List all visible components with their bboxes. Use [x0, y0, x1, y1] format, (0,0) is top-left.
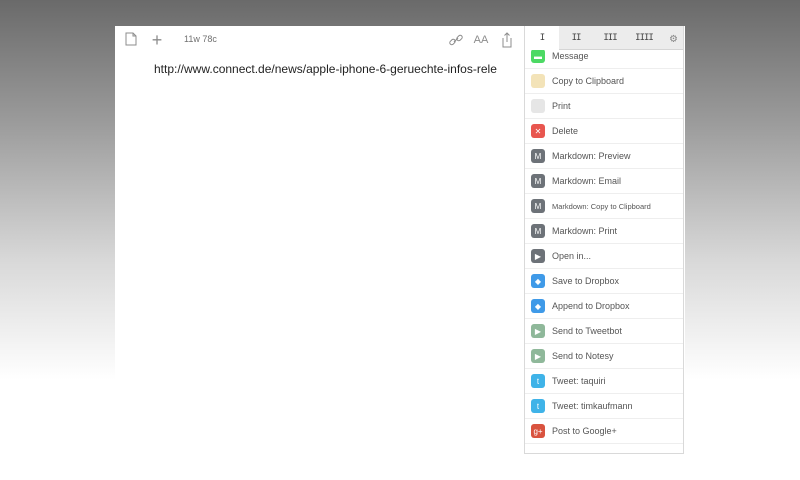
- tab-1[interactable]: I: [525, 26, 559, 50]
- action-label: Delete: [552, 126, 579, 136]
- actions-tabs: I II III IIII ⚙: [525, 26, 683, 50]
- action-item[interactable]: t Tweet: taquiri: [525, 369, 683, 394]
- google-plus-icon: g+: [531, 424, 545, 438]
- action-label: Post to Google+: [552, 426, 617, 436]
- font-size-icon[interactable]: AA: [473, 32, 489, 48]
- tab-4[interactable]: IIII: [627, 26, 661, 50]
- action-item[interactable]: M Markdown: Email: [525, 169, 683, 194]
- action-label: Append to Dropbox: [552, 301, 630, 311]
- word-count: 11w 78c: [184, 34, 217, 44]
- action-label: Markdown: Copy to Clipboard: [552, 201, 651, 211]
- action-item[interactable]: Copy to Clipboard: [525, 69, 683, 94]
- notesy-icon: ▶: [531, 349, 545, 363]
- action-item[interactable]: Print: [525, 94, 683, 119]
- message-icon: ▬: [531, 49, 545, 63]
- tab-3[interactable]: III: [593, 26, 627, 50]
- action-label: Send to Notesy: [552, 351, 614, 361]
- markdown-preview-icon: M: [531, 149, 545, 163]
- action-item[interactable]: ◆ Save to Dropbox: [525, 269, 683, 294]
- action-item[interactable]: M Markdown: Preview: [525, 144, 683, 169]
- dropbox-icon: ◆: [531, 274, 545, 288]
- markdown-print-icon: M: [531, 224, 545, 238]
- twitter-icon: t: [531, 374, 545, 388]
- open-in-icon: ▶: [531, 249, 545, 263]
- action-label: Markdown: Preview: [552, 151, 631, 161]
- dropbox-icon: ◆: [531, 299, 545, 313]
- action-label: Markdown: Print: [552, 226, 618, 236]
- action-label: Message: [552, 51, 589, 61]
- gear-icon[interactable]: ⚙: [661, 26, 683, 50]
- clipboard-icon: [531, 74, 545, 88]
- action-item[interactable]: ▶ Send to Tweetbot: [525, 319, 683, 344]
- action-label: Print: [552, 101, 571, 111]
- document-text[interactable]: http://www.connect.de/news/apple-iphone-…: [154, 62, 524, 76]
- share-icon[interactable]: [499, 32, 515, 48]
- document-icon[interactable]: [123, 32, 139, 48]
- delete-icon: ✕: [531, 124, 545, 138]
- action-item[interactable]: M Markdown: Copy to Clipboard: [525, 194, 683, 219]
- action-label: Tweet: taquiri: [552, 376, 606, 386]
- tab-2[interactable]: II: [559, 26, 593, 50]
- action-item[interactable]: M Markdown: Print: [525, 219, 683, 244]
- link-icon[interactable]: [448, 32, 464, 48]
- new-document-icon[interactable]: +: [149, 31, 165, 49]
- action-item[interactable]: ◆ Append to Dropbox: [525, 294, 683, 319]
- action-item[interactable]: ▶ Send to Notesy: [525, 344, 683, 369]
- action-item[interactable]: ▶ Open in...: [525, 244, 683, 269]
- markdown-clipboard-icon: M: [531, 199, 545, 213]
- action-label: Send to Tweetbot: [552, 326, 622, 336]
- action-item[interactable]: ✕ Delete: [525, 119, 683, 144]
- action-label: Tweet: timkaufmann: [552, 401, 633, 411]
- action-label: Open in...: [552, 251, 592, 261]
- actions-panel: ▬ Message Copy to Clipboard Print ✕ Delete M Ma…: [524, 26, 684, 454]
- twitter-icon: t: [531, 399, 545, 413]
- action-label: Markdown: Email: [552, 176, 622, 186]
- actions-list: ▬ Message Copy to Clipboard Print ✕ Delete M Ma…: [525, 44, 683, 444]
- action-item[interactable]: t Tweet: timkaufmann: [525, 394, 683, 419]
- action-label: Copy to Clipboard: [552, 76, 625, 86]
- action-item[interactable]: g+ Post to Google+: [525, 419, 683, 444]
- markdown-email-icon: M: [531, 174, 545, 188]
- action-label: Save to Dropbox: [552, 276, 620, 286]
- printer-icon: [531, 99, 545, 113]
- tweetbot-icon: ▶: [531, 324, 545, 338]
